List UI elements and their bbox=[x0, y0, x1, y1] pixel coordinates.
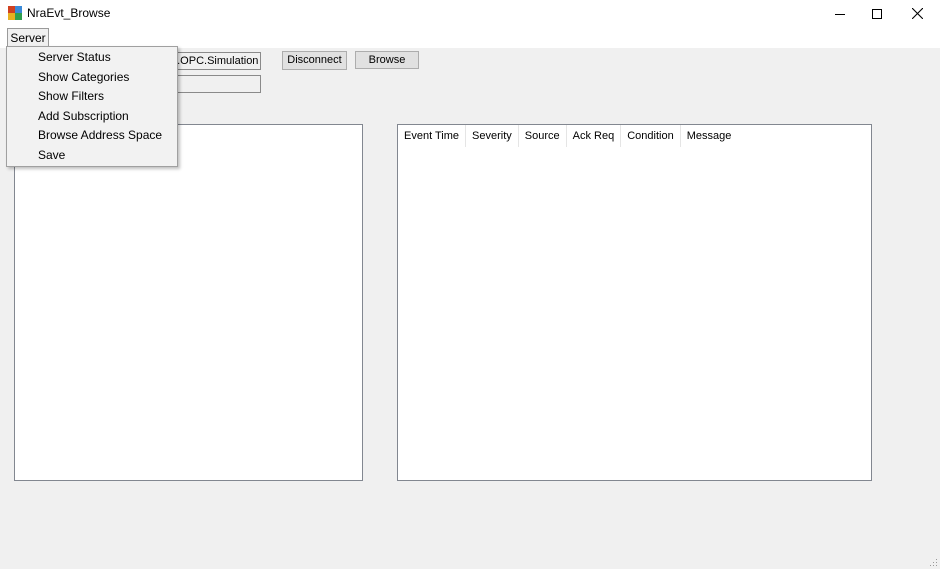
column-header-source[interactable]: Source bbox=[519, 125, 567, 147]
menu-bar: Server bbox=[0, 27, 940, 48]
server-dropdown-menu: Server Status Show Categories Show Filte… bbox=[6, 46, 178, 167]
close-button[interactable] bbox=[897, 0, 937, 27]
title-bar: NraEvt_Browse bbox=[0, 0, 940, 27]
event-list-header: Event Time Severity Source Ack Req Condi… bbox=[398, 125, 737, 147]
column-header-message[interactable]: Message bbox=[681, 125, 738, 147]
resize-grip-icon[interactable] bbox=[930, 559, 938, 567]
maximize-button[interactable] bbox=[857, 0, 897, 27]
menu-item-show-filters[interactable]: Show Filters bbox=[7, 87, 177, 106]
filter-field[interactable] bbox=[168, 75, 261, 93]
menu-server[interactable]: Server bbox=[7, 28, 49, 47]
column-header-condition[interactable]: Condition bbox=[621, 125, 681, 147]
maximize-icon bbox=[872, 8, 882, 19]
minimize-icon bbox=[835, 13, 845, 15]
disconnect-button[interactable]: Disconnect bbox=[282, 51, 347, 70]
menu-item-browse-address-space[interactable]: Browse Address Space bbox=[7, 126, 177, 145]
app-icon bbox=[8, 6, 22, 20]
browse-button[interactable]: Browse bbox=[355, 51, 419, 69]
menu-item-server-status[interactable]: Server Status bbox=[7, 48, 177, 67]
server-name-field[interactable]: n.OPC.Simulation bbox=[168, 52, 261, 70]
address-space-tree[interactable] bbox=[14, 124, 363, 481]
column-header-event-time[interactable]: Event Time bbox=[398, 125, 467, 147]
column-header-severity[interactable]: Severity bbox=[466, 125, 519, 147]
menu-item-save[interactable]: Save bbox=[7, 146, 177, 165]
minimize-button[interactable] bbox=[820, 0, 860, 27]
column-header-ack-req[interactable]: Ack Req bbox=[567, 125, 622, 147]
menu-item-show-categories[interactable]: Show Categories bbox=[7, 68, 177, 87]
menu-item-add-subscription[interactable]: Add Subscription bbox=[7, 107, 177, 126]
close-icon bbox=[911, 8, 923, 19]
window-title: NraEvt_Browse bbox=[27, 6, 111, 20]
event-list[interactable]: Event Time Severity Source Ack Req Condi… bbox=[397, 124, 872, 481]
